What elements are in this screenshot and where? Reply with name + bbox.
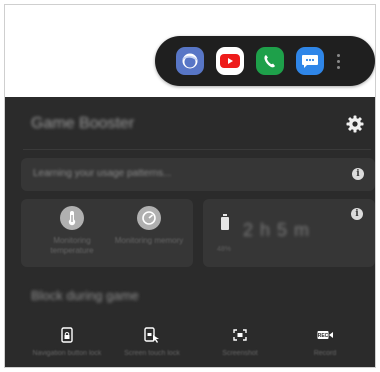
battery-percent: 48% xyxy=(217,246,232,253)
touch-lock-label: Screen touch lock xyxy=(124,350,180,357)
touch-lock-button[interactable]: Screen touch lock xyxy=(117,327,187,358)
touch-lock-icon xyxy=(117,327,187,343)
messages-icon xyxy=(302,55,318,68)
gear-icon[interactable] xyxy=(345,114,365,134)
navigation-lock-label: Navigation button lock xyxy=(32,350,102,357)
gauge-icon xyxy=(137,206,161,230)
phone-icon xyxy=(264,55,275,68)
messages-app-button[interactable] xyxy=(296,47,324,75)
battery-icon xyxy=(221,214,229,230)
more-options-icon[interactable] xyxy=(333,47,343,75)
screenshot-label: Screenshot xyxy=(222,350,258,357)
battery-time: 2 h 5 m xyxy=(243,220,311,240)
record-label: Record xyxy=(313,350,337,357)
app-dock xyxy=(155,36,375,86)
screenshot-button[interactable]: Screenshot xyxy=(205,327,275,358)
info-icon[interactable]: i xyxy=(351,208,363,220)
record-button[interactable]: REC Record xyxy=(290,327,360,358)
youtube-app-button[interactable] xyxy=(216,47,244,75)
internet-app-button[interactable] xyxy=(176,47,204,75)
monitoring-card: Monitoring temperature Monitoring memory xyxy=(21,199,193,267)
youtube-icon xyxy=(220,54,240,68)
screen: Game Booster Learning your usage pattern… xyxy=(4,4,376,368)
divider xyxy=(23,149,371,150)
temperature-monitor[interactable]: Monitoring temperature xyxy=(37,206,107,256)
memory-label: Monitoring memory xyxy=(114,236,184,245)
thermometer-icon xyxy=(60,206,84,230)
usage-learning-card[interactable]: Learning your usage patterns... i xyxy=(21,158,375,191)
block-during-game-heading: Block during game xyxy=(31,288,139,303)
info-icon[interactable]: i xyxy=(352,168,364,180)
phone-app-button[interactable] xyxy=(256,47,284,75)
battery-card[interactable]: 2 h 5 m 48% i xyxy=(203,199,375,267)
navigation-lock-icon xyxy=(32,327,102,343)
memory-monitor[interactable]: Monitoring memory xyxy=(114,206,184,246)
learning-status-text: Learning your usage patterns... xyxy=(33,168,172,179)
record-icon: REC xyxy=(290,327,360,343)
screenshot-icon xyxy=(205,327,275,343)
navigation-lock-button[interactable]: Navigation button lock xyxy=(32,327,102,358)
temperature-label: Monitoring temperature xyxy=(50,236,94,255)
svg-text:REC: REC xyxy=(318,333,329,339)
internet-icon xyxy=(182,53,198,69)
game-booster-panel: Game Booster Learning your usage pattern… xyxy=(5,97,375,367)
panel-title: Game Booster xyxy=(31,115,135,132)
